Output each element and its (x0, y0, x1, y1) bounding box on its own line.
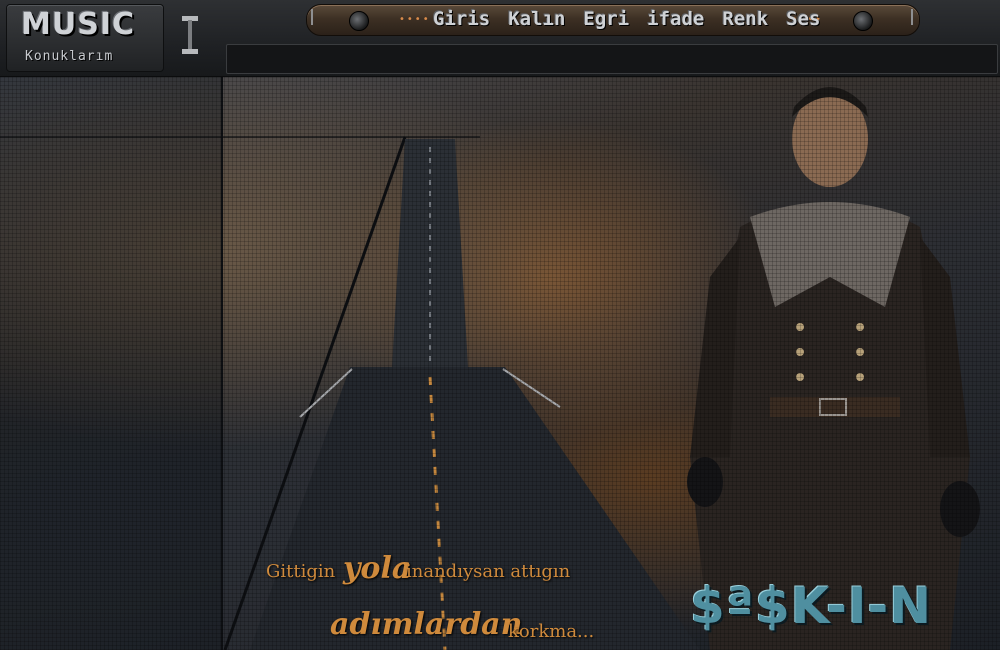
author-signature: $ª$K-I-N (690, 577, 933, 635)
menu-item-ses[interactable]: Ses (786, 8, 820, 30)
menu-tick-left (311, 9, 313, 25)
menu-dots-left: •••• (399, 14, 431, 25)
menu-item-ifade[interactable]: ifade (647, 8, 704, 30)
quote-line1-part3: inandıysan attıgın (406, 561, 571, 582)
music-player-strip[interactable] (226, 44, 998, 74)
man-in-coat-figure (687, 87, 980, 650)
background-scene: Gittigin yola inandıysan attıgın adımlar… (0, 77, 1000, 650)
top-bar: MUSIC Konuklarım •••• •••• Giris Kalın E… (0, 0, 1000, 77)
menu-tick-right (911, 9, 913, 25)
menu-item-egri[interactable]: Egri (583, 8, 629, 30)
main-menu: •••• •••• Giris Kalın Egri ifade Renk Se… (306, 4, 920, 36)
knob-left-icon[interactable] (349, 11, 369, 31)
logo-subtitle: Konuklarım (25, 49, 114, 64)
music-logo[interactable]: MUSIC Konuklarım (6, 4, 164, 72)
quote-line2-part2: korkma... (508, 621, 595, 642)
quote-line1-part2: yola (343, 551, 412, 586)
menu-item-renk[interactable]: Renk (722, 8, 768, 30)
quote-line2-part1: adımlardan (330, 607, 523, 642)
quote-line1-part1: Gittigin (266, 561, 336, 582)
knob-right-icon[interactable] (853, 11, 873, 31)
menu-item-giris[interactable]: Giris (433, 8, 490, 30)
logo-title: MUSIC (21, 7, 135, 42)
caret-icon[interactable] (178, 14, 202, 58)
menu-items: Giris Kalın Egri ifade Renk Ses (433, 8, 820, 30)
menu-item-kalin[interactable]: Kalın (508, 8, 565, 30)
